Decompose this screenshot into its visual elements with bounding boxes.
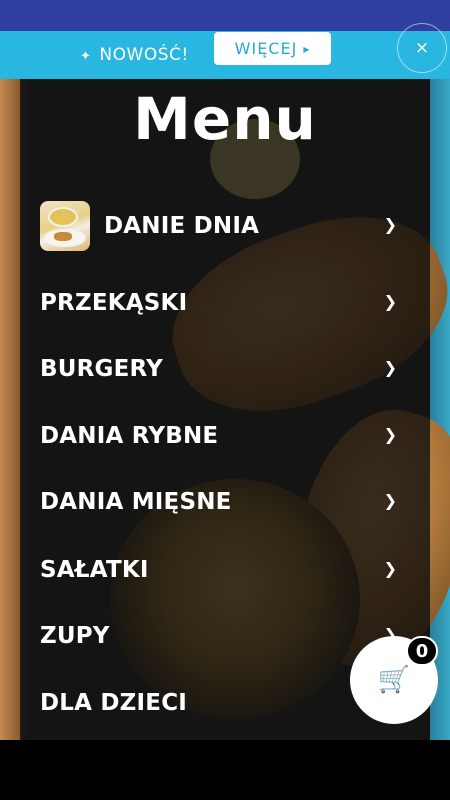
sparkle-icon: ✦ [80,49,92,64]
menu-title: Menu [133,85,317,153]
dish-thumbnail [40,201,90,251]
promo-text: ✦ NOWOŚĆ! [80,45,189,65]
menu-item-label: DANIA RYBNE [40,423,219,449]
menu-item-label: DLA DZIECI [40,690,188,716]
menu-item-label: BURGERY [40,356,164,382]
menu-item-zupy[interactable]: ZUPY ❯ [40,611,400,661]
menu-item-label: DANIA MIĘSNE [40,489,232,515]
menu-panel: Menu DANIE DNIA ❯ PRZEKĄSKI ❯ BURGERY ❯ … [20,79,430,740]
more-button[interactable]: WIĘCEJ ▸ [214,32,331,65]
menu-item-dla-dzieci[interactable]: DLA DZIECI [40,678,400,728]
chevron-right-icon: ❯ [383,559,397,578]
chevron-right-icon: ❯ [383,215,397,234]
chevron-right-icon: ❯ [383,491,397,510]
close-promo-button[interactable]: × [397,23,447,73]
more-button-label: WIĘCEJ [234,39,298,58]
navigation-bar [0,740,450,800]
cart-count-badge: 0 [406,636,438,666]
close-icon: × [414,38,430,58]
chevron-right-icon: ❯ [383,358,397,377]
menu-item-dania-miesne[interactable]: DANIA MIĘSNE ❯ [40,477,400,527]
chevron-right-icon: ❯ [383,292,397,311]
menu-item-label: PRZEKĄSKI [40,290,188,316]
cart-icon: 🛒 [377,665,411,695]
promo-label: NOWOŚĆ! [99,45,189,65]
menu-item-danie-dnia[interactable]: DANIE DNIA ❯ [40,201,400,251]
menu-item-dania-rybne[interactable]: DANIA RYBNE ❯ [40,411,400,461]
menu-item-label: ZUPY [40,623,110,649]
wood-plank [0,79,20,740]
menu-item-label: DANIE DNIA [104,213,260,239]
chevron-right-icon: ▸ [303,41,311,56]
menu-item-przekaski[interactable]: PRZEKĄSKI ❯ [40,278,400,328]
chevron-right-icon: ❯ [383,425,397,444]
menu-item-burgery[interactable]: BURGERY ❯ [40,344,400,394]
menu-item-salatki[interactable]: SAŁATKI ❯ [40,545,400,595]
status-bar [0,0,450,31]
menu-item-label: SAŁATKI [40,557,149,583]
